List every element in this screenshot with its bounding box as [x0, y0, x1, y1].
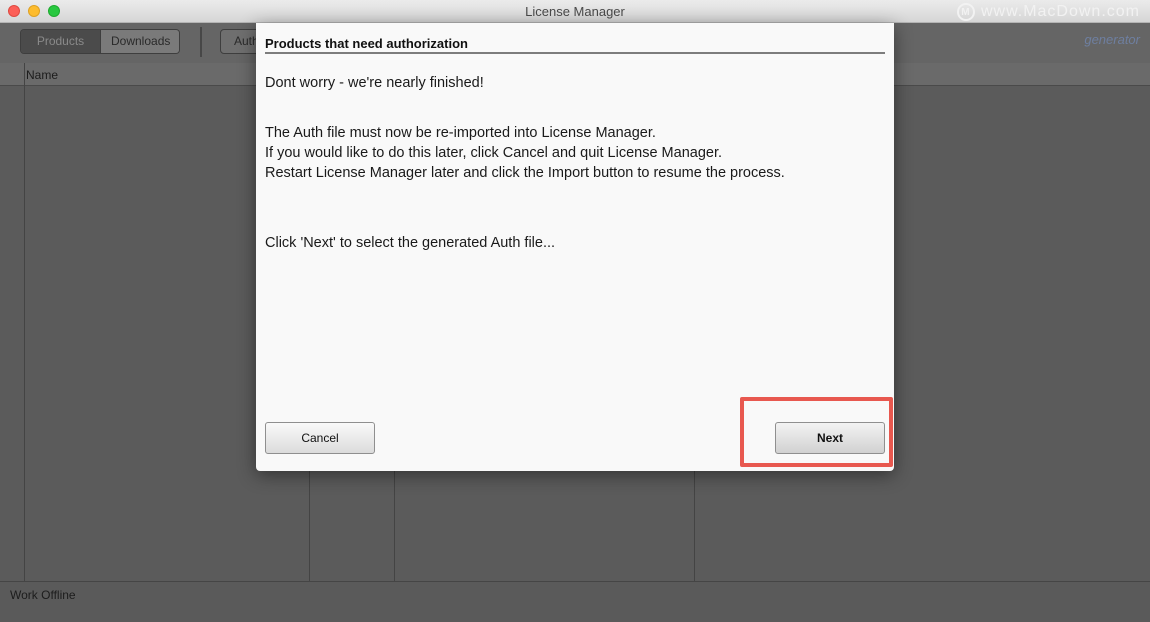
- toolbar-divider: [200, 27, 202, 57]
- dialog-message-intro: Dont worry - we're nearly finished!: [265, 75, 484, 91]
- auth-button[interactable]: Auth: [220, 29, 260, 54]
- macdown-logo-icon: M: [956, 3, 975, 21]
- column-divider: [24, 63, 25, 581]
- cancel-button[interactable]: Cancel: [265, 422, 375, 454]
- next-button-highlight: [740, 397, 893, 467]
- dialog-message-next-hint: Click 'Next' to select the generated Aut…: [265, 235, 556, 251]
- tab-products[interactable]: Products: [21, 30, 100, 53]
- dialog-message-cancel-hint: If you would like to do this later, clic…: [265, 145, 723, 161]
- work-offline-label[interactable]: Work Offline: [10, 588, 76, 602]
- generator-logo: generator: [1084, 32, 1140, 47]
- dialog-divider: [265, 52, 885, 54]
- dialog-title: Products that need authorization: [265, 36, 468, 51]
- column-header-name[interactable]: Name: [26, 68, 58, 82]
- view-segmented-control: Products Downloads: [20, 29, 180, 54]
- watermark: M www.MacDown.com: [956, 3, 1140, 21]
- dialog-message-reimport: The Auth file must now be re-imported in…: [265, 125, 656, 141]
- title-bar: License Manager M www.MacDown.com: [0, 0, 1150, 23]
- tab-downloads[interactable]: Downloads: [100, 30, 179, 53]
- watermark-text: www.MacDown.com: [980, 3, 1140, 20]
- dialog-message-restart-hint: Restart License Manager later and click …: [265, 165, 785, 181]
- status-bar: Work Offline: [0, 581, 1150, 622]
